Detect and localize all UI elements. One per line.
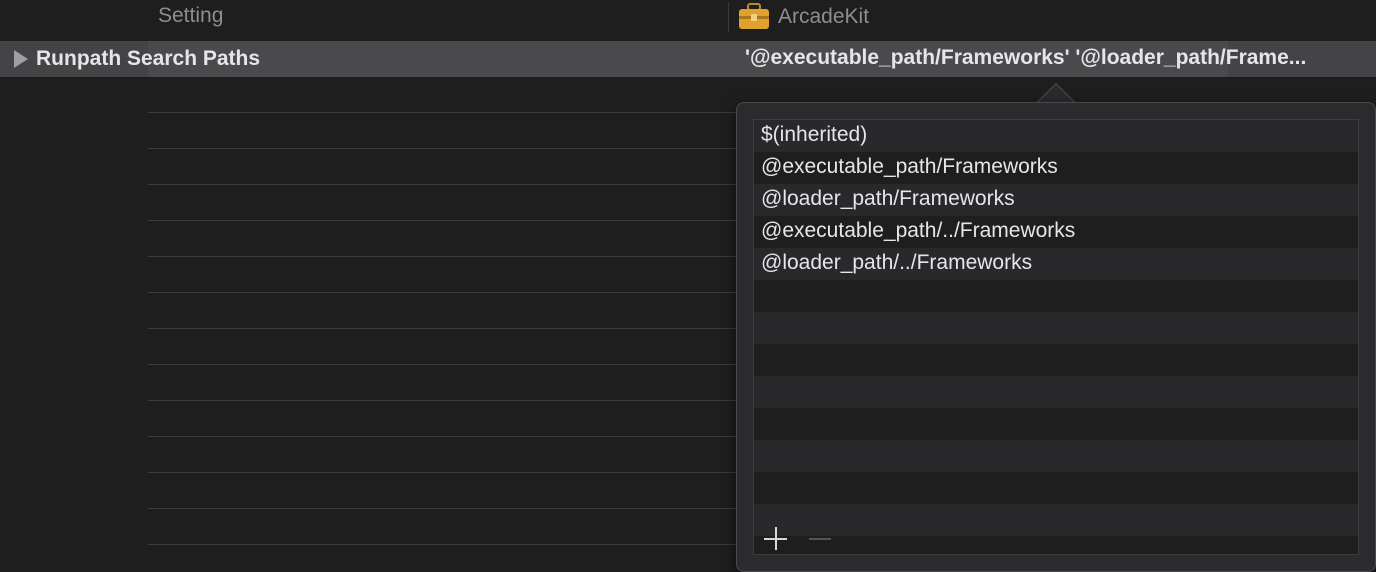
row-divider xyxy=(148,508,736,509)
empty-list-row xyxy=(754,280,1358,312)
setting-value[interactable]: '@executable_path/Frameworks' '@loader_p… xyxy=(745,46,1373,70)
setting-column-header[interactable]: Setting xyxy=(158,4,223,28)
row-divider xyxy=(148,148,736,149)
empty-list-row xyxy=(754,344,1358,376)
empty-list-row xyxy=(754,312,1358,344)
empty-list-row xyxy=(754,376,1358,408)
list-item[interactable]: @executable_path/Frameworks xyxy=(754,152,1358,184)
row-divider xyxy=(148,256,736,257)
empty-list-row xyxy=(754,536,1358,554)
disclosure-triangle-right-icon[interactable] xyxy=(14,50,28,68)
build-settings-editor: Setting ArcadeKit Runpath Search Paths '… xyxy=(0,0,1376,572)
minus-icon xyxy=(809,527,833,553)
row-divider xyxy=(148,112,736,113)
empty-list-row xyxy=(754,440,1358,472)
row-divider xyxy=(148,472,736,473)
runpath-list[interactable]: $(inherited) @executable_path/Frameworks… xyxy=(753,119,1359,555)
target-column-header[interactable]: ArcadeKit xyxy=(738,0,869,34)
row-divider xyxy=(148,184,736,185)
row-divider xyxy=(148,292,736,293)
row-divider xyxy=(148,436,736,437)
empty-list-row xyxy=(754,408,1358,440)
list-item-text[interactable]: @loader_path/../Frameworks xyxy=(761,251,1032,275)
list-item-text[interactable]: @loader_path/Frameworks xyxy=(761,187,1015,211)
setting-name: Runpath Search Paths xyxy=(36,47,261,70)
list-item[interactable]: @loader_path/Frameworks xyxy=(754,184,1358,216)
row-divider xyxy=(148,544,736,545)
row-divider xyxy=(148,328,736,329)
column-header: Setting ArcadeKit xyxy=(0,0,1376,40)
list-item-text[interactable]: @executable_path/Frameworks xyxy=(761,155,1058,179)
list-item[interactable]: @executable_path/../Frameworks xyxy=(754,216,1358,248)
empty-list-row xyxy=(754,504,1358,536)
column-divider[interactable] xyxy=(728,2,729,32)
empty-list-row xyxy=(754,472,1358,504)
row-divider xyxy=(148,400,736,401)
row-divider xyxy=(148,220,736,221)
list-item-text[interactable]: @executable_path/../Frameworks xyxy=(761,219,1075,243)
target-name: ArcadeKit xyxy=(778,5,870,28)
popover-arrow xyxy=(1034,81,1078,103)
plus-icon[interactable] xyxy=(763,527,789,553)
list-item[interactable]: $(inherited) xyxy=(754,120,1358,152)
list-item-text[interactable]: $(inherited) xyxy=(761,123,867,147)
toolbox-icon xyxy=(738,3,770,31)
setting-row-runpath-search-paths[interactable]: Runpath Search Paths '@executable_path/F… xyxy=(0,41,1376,77)
list-item[interactable]: @loader_path/../Frameworks xyxy=(754,248,1358,280)
runpath-editor-popover: $(inherited) @executable_path/Frameworks… xyxy=(736,102,1376,572)
row-divider xyxy=(148,364,736,365)
